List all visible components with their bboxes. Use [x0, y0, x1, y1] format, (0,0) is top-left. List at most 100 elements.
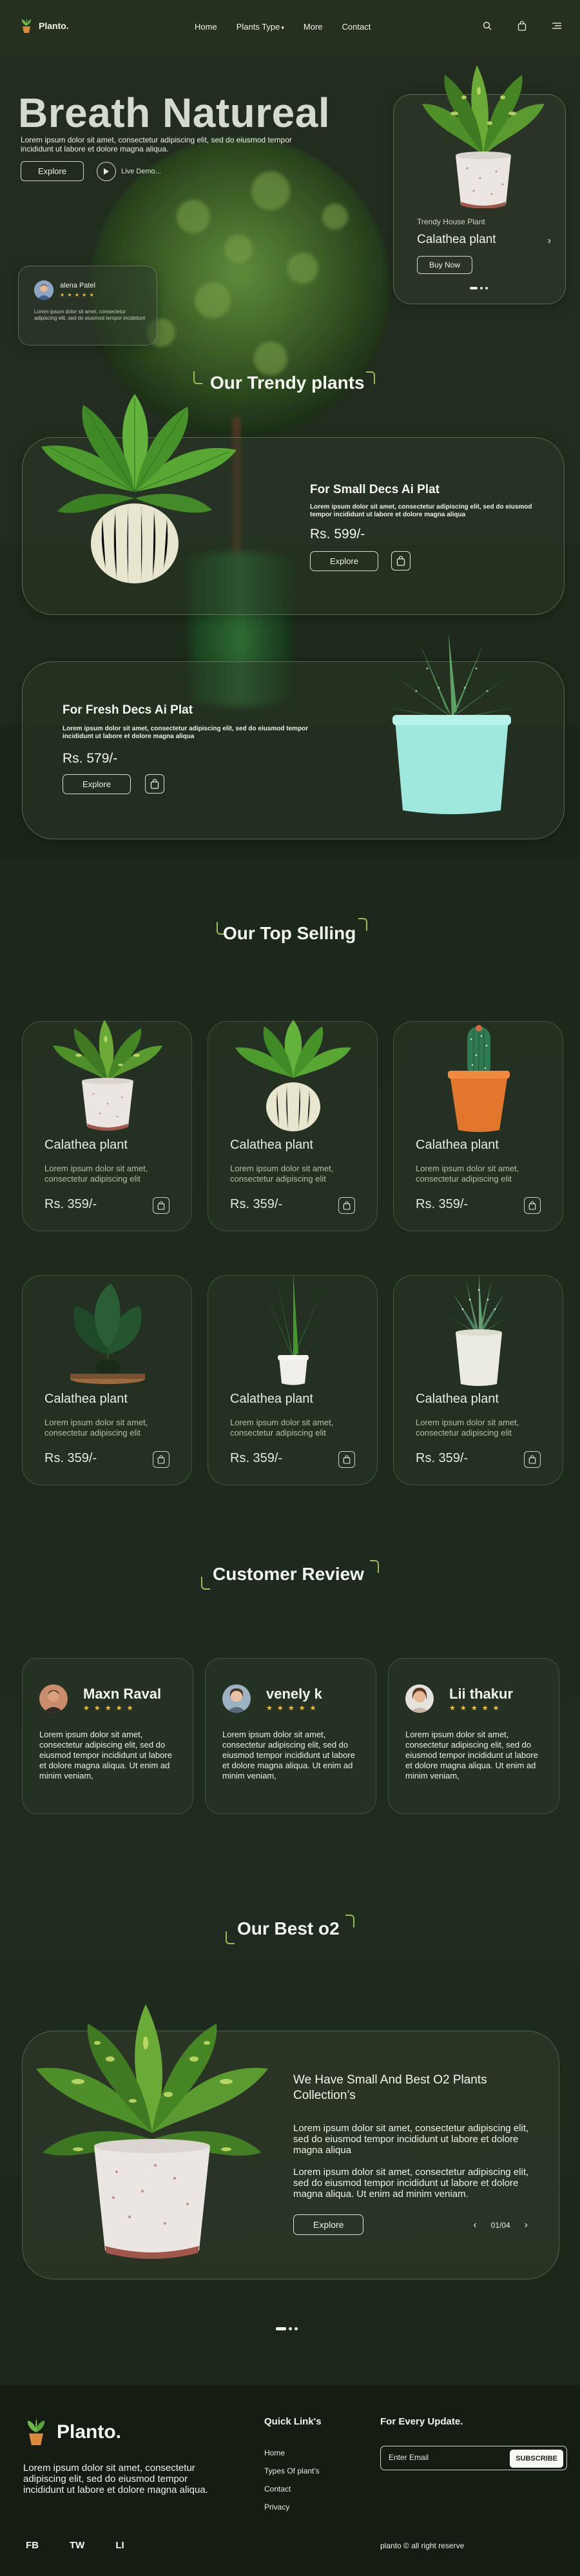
product-name: Calathea plant: [44, 1392, 128, 1406]
chevron-down-icon: ▾: [281, 24, 284, 31]
trendy-card-1-text: Lorem ipsum dolor sit amet, consectetur …: [310, 503, 532, 518]
avatar: [34, 280, 53, 300]
review-text: Lorem ipsum dolor sit amet, consectetur …: [34, 309, 146, 321]
footer-link-types[interactable]: Types Of plant's: [264, 2466, 320, 2475]
slide-counter: 01/04: [490, 2221, 510, 2230]
product-card[interactable]: Calathea plant Lorem ipsum dolor sit ame…: [393, 1274, 563, 1485]
product-name: Calathea plant: [230, 1138, 313, 1152]
product-card[interactable]: Calathea plant Lorem ipsum dolor sit ame…: [22, 1020, 192, 1231]
logo-plant-icon: [21, 18, 32, 33]
chevron-right-icon[interactable]: ›: [548, 235, 551, 247]
social-tw[interactable]: TW: [70, 2540, 84, 2551]
nav-contact[interactable]: Contact: [342, 22, 371, 32]
search-icon: [483, 21, 492, 30]
reviewer-name: venely k: [266, 1686, 322, 1702]
reviewer-name: Lii thakur: [449, 1686, 514, 1702]
review-text: Lorem ipsum dolor sit amet, consectetur …: [222, 1730, 355, 1781]
add-to-cart-button[interactable]: [338, 1197, 355, 1214]
add-to-cart-button[interactable]: [524, 1197, 541, 1214]
product-description: Lorem ipsum dolor sit amet, consectetur …: [44, 1164, 148, 1184]
title-bracket-right: [370, 1560, 379, 1573]
top-nav: Planto. Home Plants Type ▾ More Contact: [0, 0, 580, 55]
subscribe-button[interactable]: SUBSCRIBE: [510, 2450, 563, 2468]
footer-link-privacy[interactable]: Privacy: [264, 2503, 289, 2512]
carousel-dot-active[interactable]: [276, 2327, 286, 2330]
review-text: Lorem ipsum dolor sit amet, consectetur …: [39, 1730, 172, 1781]
product-description: Lorem ipsum dolor sit amet, consectetur …: [416, 1164, 519, 1184]
footer-link-home[interactable]: Home: [264, 2448, 285, 2457]
calathea-plant-image: [36, 2004, 268, 2259]
trendy-card-1-heading: For Small Decs Ai Plat: [310, 483, 440, 496]
footer-logo-text: Planto.: [57, 2421, 122, 2443]
trendy-card-2-price: Rs. 579/-: [63, 751, 118, 766]
buy-now-button[interactable]: Buy Now: [417, 256, 473, 274]
trendy-card-1-explore-button[interactable]: Explore: [310, 551, 379, 571]
search-button[interactable]: [481, 19, 494, 32]
cactus-plant-image: [448, 1025, 510, 1132]
trendy-card-2-explore-button[interactable]: Explore: [63, 774, 131, 794]
product-description: Lorem ipsum dolor sit amet, consectetur …: [230, 1418, 334, 1438]
nav-plants-type[interactable]: Plants Type ▾: [237, 22, 284, 32]
product-price: Rs. 359/-: [416, 1197, 469, 1211]
add-to-cart-button[interactable]: [338, 1451, 355, 1468]
product-card[interactable]: Calathea plant Lorem ipsum dolor sit ame…: [208, 1020, 378, 1231]
newsletter-form: SUBSCRIBE: [380, 2446, 567, 2470]
slider-pager: ‹ 01/04 ›: [473, 2220, 528, 2231]
star-rating: ★ ★ ★ ★ ★: [60, 292, 95, 298]
carousel-dot[interactable]: [480, 287, 483, 289]
play-icon: [97, 161, 117, 181]
title-bracket-left: [193, 371, 202, 384]
product-card[interactable]: Calathea plant Lorem ipsum dolor sit ame…: [208, 1274, 378, 1485]
product-description: Lorem ipsum dolor sit amet, consectetur …: [44, 1418, 148, 1438]
trendy-card-1-cart-button[interactable]: [391, 551, 411, 571]
add-to-cart-button[interactable]: [524, 1451, 541, 1468]
carousel-dot[interactable]: [485, 287, 488, 289]
reviewer-name: Maxn Raval: [83, 1686, 162, 1702]
footer-link-contact[interactable]: Contact: [264, 2484, 291, 2493]
carousel-dots: [470, 287, 488, 289]
best-o2-explore-button[interactable]: Explore: [293, 2214, 364, 2235]
cart-button[interactable]: [516, 19, 528, 32]
email-input[interactable]: [389, 2453, 505, 2462]
social-fb[interactable]: FB: [26, 2540, 39, 2551]
product-card[interactable]: Calathea plant Lorem ipsum dolor sit ame…: [393, 1021, 563, 1231]
logo[interactable]: Planto.: [19, 18, 69, 34]
hero-explore-button[interactable]: Explore: [21, 161, 84, 181]
add-to-cart-button[interactable]: [153, 1451, 169, 1468]
quick-links-title: Quick Link's: [264, 2416, 322, 2427]
carousel-dot[interactable]: [295, 2327, 298, 2330]
title-bracket-right: [358, 918, 367, 931]
footer-logo[interactable]: Planto.: [23, 2417, 121, 2447]
menu-button[interactable]: [550, 19, 563, 32]
add-to-cart-button[interactable]: [153, 1197, 169, 1214]
best-o2-carousel-dots: [276, 2327, 298, 2330]
shopping-bag-icon: [396, 556, 405, 566]
title-bracket-right: [366, 371, 375, 384]
shopping-bag-icon: [157, 1201, 165, 1210]
social-links: FB TW LI: [26, 2540, 124, 2551]
hero-description: Lorem ipsum dolor sit amet, consectetur …: [21, 135, 292, 153]
shopping-bag-icon: [343, 1201, 351, 1210]
nav-more[interactable]: More: [304, 22, 323, 32]
nav-plants-type-label: Plants Type: [236, 22, 280, 32]
reviewer-name: alena Patel: [60, 282, 96, 289]
live-demo-label: Live Demo...: [121, 167, 161, 175]
live-demo-button[interactable]: Live Demo...: [97, 161, 161, 181]
chevron-left-icon[interactable]: ‹: [473, 2220, 476, 2231]
nav-icons: [481, 19, 563, 32]
nav-links: Home Plants Type ▾ More Contact: [195, 22, 371, 32]
footer-description: Lorem ipsum dolor sit amet, consectetur …: [23, 2463, 208, 2495]
carousel-dot-active[interactable]: [470, 287, 478, 289]
chevron-right-icon[interactable]: ›: [525, 2220, 528, 2231]
calathea-plant-image: [53, 1020, 162, 1131]
monstera-plant-image: [70, 1283, 145, 1384]
nav-home[interactable]: Home: [195, 22, 217, 32]
social-li[interactable]: LI: [115, 2540, 124, 2551]
trendy-card-2-cart-button[interactable]: [145, 774, 164, 794]
shopping-bag-icon: [343, 1455, 351, 1464]
carousel-dot[interactable]: [289, 2327, 292, 2330]
review-card: Maxn Raval ★ ★ ★ ★ ★ Lorem ipsum dolor s…: [22, 1658, 193, 1814]
trendy-card-1-price: Rs. 599/-: [310, 527, 365, 542]
product-card[interactable]: Calathea plant Lorem ipsum dolor sit ame…: [22, 1275, 192, 1485]
star-rating: ★ ★ ★ ★ ★: [83, 1704, 135, 1712]
